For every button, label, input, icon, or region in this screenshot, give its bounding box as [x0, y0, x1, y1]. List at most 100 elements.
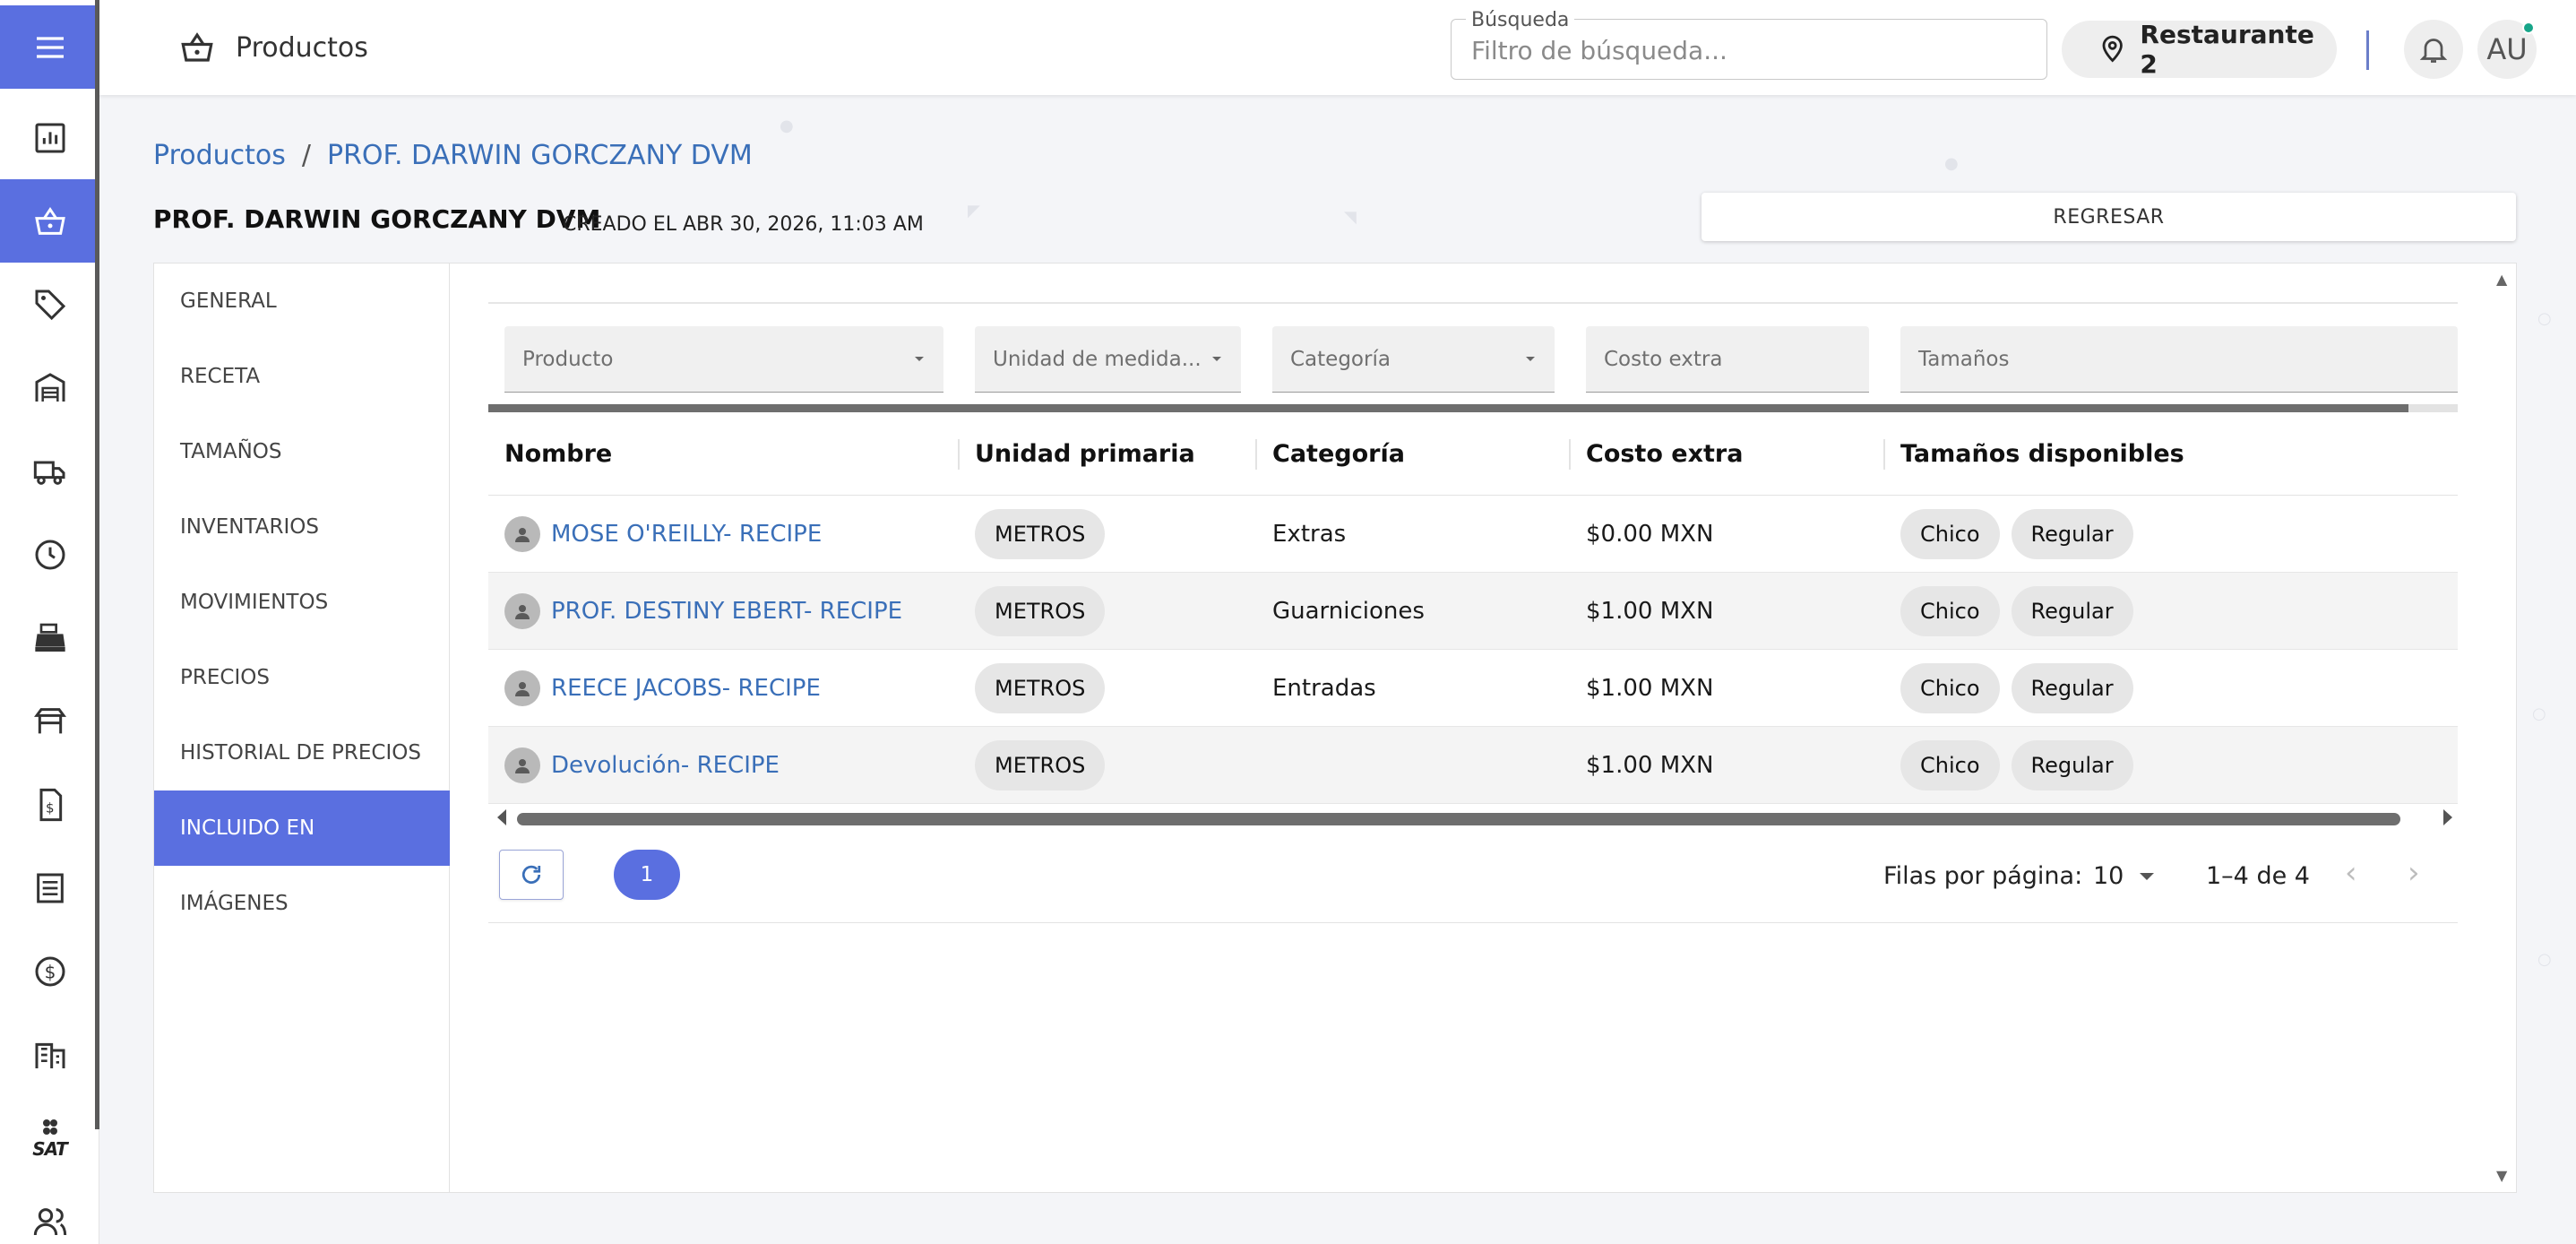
table-icon[interactable] — [0, 679, 99, 763]
filter-tamanos[interactable]: Tamaños — [1900, 326, 2458, 393]
scroll-down-arrow-icon[interactable]: ▼ — [2496, 1167, 2507, 1184]
column-divider — [1883, 439, 1885, 470]
background-decoration: ◤ — [968, 202, 980, 220]
basket-icon[interactable] — [0, 179, 99, 263]
cash-register-icon[interactable] — [0, 596, 99, 679]
divider — [488, 302, 2458, 304]
search-field[interactable]: Búsqueda — [1451, 9, 2047, 80]
clock-icon[interactable] — [0, 513, 99, 596]
back-button[interactable]: REGRESAR — [1702, 193, 2516, 241]
basket-icon — [181, 32, 213, 62]
dashboard-icon[interactable] — [0, 96, 99, 179]
section-item-tamanos[interactable]: TAMAÑOS — [154, 414, 450, 489]
product-link[interactable]: Devolución- RECIPE — [551, 752, 780, 779]
cell-costo: $1.00 MXN — [1586, 752, 1714, 779]
filter-costo-extra[interactable]: Costo extra — [1586, 326, 1869, 393]
warehouse-icon[interactable] — [0, 346, 99, 429]
included-in-table: Nombre Unidad primaria Categoría Costo e… — [488, 412, 2458, 804]
sat-icon[interactable]: SAT — [0, 1096, 99, 1179]
cell-categoria: Entradas — [1272, 675, 1376, 702]
section-item-receta[interactable]: RECETA — [154, 339, 450, 414]
table-row[interactable]: MOSE O'REILLY- RECIPE METROS Extras $0.0… — [488, 496, 2458, 573]
horizontal-scrollbar[interactable] — [488, 807, 2458, 828]
cell-costo: $1.00 MXN — [1586, 675, 1714, 702]
breadcrumb-current[interactable]: PROF. DARWIN GORCZANY DVM — [327, 140, 753, 171]
size-chip: Chico — [1900, 509, 2000, 559]
menu-icon[interactable] — [0, 5, 99, 89]
size-chip: Chico — [1900, 586, 2000, 636]
filter-producto-label: Producto — [522, 347, 614, 371]
building-icon[interactable] — [0, 1013, 99, 1096]
rows-per-page-value: 10 — [2093, 862, 2124, 890]
product-link[interactable]: REECE JACOBS- RECIPE — [551, 675, 821, 702]
section-item-incluido-en[interactable]: INCLUIDO EN — [154, 790, 450, 866]
sat-label: SAT — [32, 1137, 68, 1160]
chevron-down-icon — [1526, 357, 1535, 361]
person-icon — [504, 593, 540, 629]
rows-per-page-select[interactable]: 10 — [2093, 862, 2155, 890]
cell-tamanos: Chico Regular — [1900, 573, 2145, 650]
chevron-left-icon[interactable]: ‹ — [2345, 855, 2357, 891]
column-header-categoria[interactable]: Categoría — [1272, 412, 1405, 496]
column-header-costo[interactable]: Costo extra — [1586, 412, 1743, 496]
truck-icon[interactable] — [0, 429, 99, 513]
size-chip: Chico — [1900, 663, 2000, 713]
column-header-nombre[interactable]: Nombre — [504, 412, 612, 496]
dollar-icon[interactable]: $ — [0, 929, 99, 1013]
page-button-1[interactable]: 1 — [614, 850, 680, 900]
pagination-range: 1–4 de 4 — [2206, 862, 2310, 890]
section-item-precios[interactable]: PRECIOS — [154, 640, 450, 715]
filter-unidad[interactable]: Unidad de medida... — [975, 326, 1241, 393]
column-divider — [958, 439, 960, 470]
svg-text:$: $ — [44, 961, 56, 982]
search-input[interactable] — [1471, 34, 2027, 66]
avatar[interactable]: AU — [2477, 20, 2537, 79]
product-link[interactable]: PROF. DESTINY EBERT- RECIPE — [551, 598, 902, 625]
scroll-left-arrow-icon[interactable] — [497, 809, 506, 825]
scrollbar-thumb[interactable] — [517, 813, 2400, 825]
divider — [2366, 30, 2369, 70]
section-item-general[interactable]: GENERAL — [154, 263, 450, 339]
size-chip: Regular — [2011, 509, 2133, 559]
rows-per-page-label: Filas por página: — [1883, 862, 2083, 890]
included-in-content: Producto Unidad de medida... Categoría C… — [488, 263, 2458, 1192]
rail-scrollbar[interactable] — [95, 0, 99, 1129]
column-header-unidad[interactable]: Unidad primaria — [975, 412, 1195, 496]
page-section-title: Productos — [236, 31, 368, 64]
tag-icon[interactable] — [0, 263, 99, 346]
background-decoration: ◥ — [1344, 208, 1357, 227]
table-row[interactable]: PROF. DESTINY EBERT- RECIPE METROS Guarn… — [488, 573, 2458, 650]
product-link[interactable]: MOSE O'REILLY- RECIPE — [551, 521, 822, 548]
section-item-imagenes[interactable]: IMÁGENES — [154, 866, 450, 941]
table-header: Nombre Unidad primaria Categoría Costo e… — [488, 412, 2458, 496]
chevron-right-icon[interactable]: › — [2408, 855, 2420, 891]
background-decoration: ○ — [2537, 950, 2552, 969]
section-item-inventarios[interactable]: INVENTARIOS — [154, 489, 450, 565]
column-header-tamanos[interactable]: Tamaños disponibles — [1900, 412, 2184, 496]
table-row[interactable]: REECE JACOBS- RECIPE METROS Entradas $1.… — [488, 650, 2458, 727]
search-legend: Búsqueda — [1466, 9, 1575, 31]
refresh-button[interactable] — [499, 850, 564, 900]
table-row[interactable]: Devolución- RECIPE METROS $1.00 MXN Chic… — [488, 727, 2458, 804]
section-item-historial-precios[interactable]: HISTORIAL DE PRECIOS — [154, 715, 450, 790]
users-icon[interactable] — [0, 1179, 99, 1244]
invoice-icon[interactable]: $ — [0, 763, 99, 846]
location-selector[interactable]: Restaurante 2 — [2062, 20, 2337, 79]
status-dot — [2522, 22, 2535, 34]
cell-nombre: MOSE O'REILLY- RECIPE — [504, 496, 822, 573]
cell-unidad: METROS — [975, 496, 1116, 573]
breadcrumb-root[interactable]: Productos — [153, 140, 286, 171]
unit-chip: METROS — [975, 586, 1106, 636]
background-decoration: ● — [780, 117, 794, 135]
scroll-up-arrow-icon[interactable]: ▲ — [2496, 271, 2507, 288]
filter-producto[interactable]: Producto — [504, 326, 943, 393]
notifications-button[interactable] — [2404, 20, 2463, 79]
list-icon[interactable] — [0, 846, 99, 929]
section-item-movimientos[interactable]: MOVIMIENTOS — [154, 565, 450, 640]
cell-tamanos: Chico Regular — [1900, 650, 2145, 727]
filter-categoria[interactable]: Categoría — [1272, 326, 1555, 393]
unit-chip: METROS — [975, 663, 1106, 713]
scroll-right-arrow-icon[interactable] — [2443, 809, 2452, 825]
cell-tamanos: Chico Regular — [1900, 496, 2145, 573]
cell-categoria: Guarniciones — [1272, 598, 1425, 625]
